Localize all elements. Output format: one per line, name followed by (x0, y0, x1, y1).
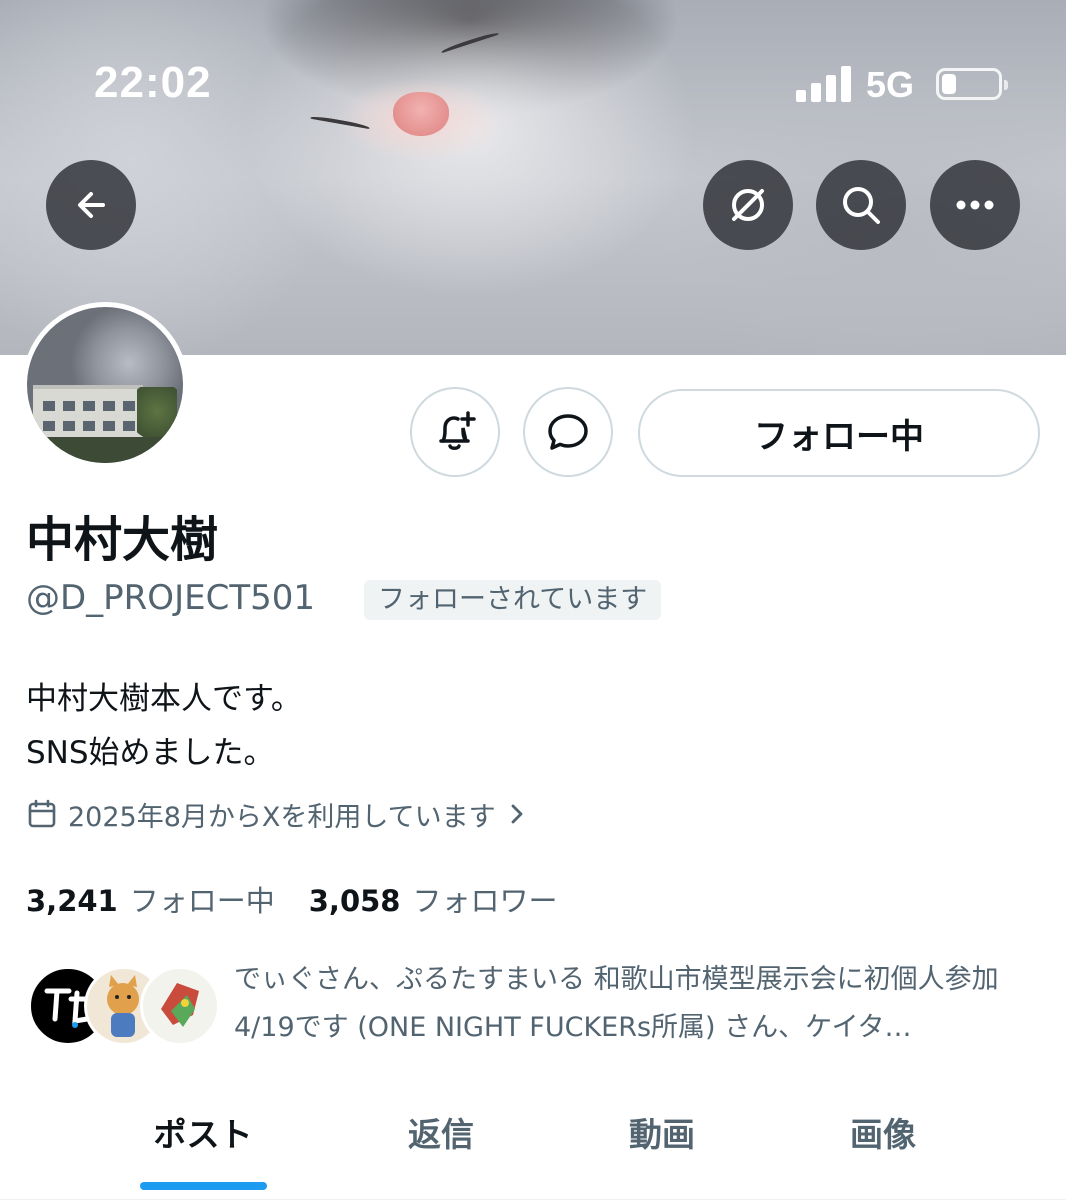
follows-you-badge: フォローされています (364, 580, 662, 620)
avatar-building (33, 385, 143, 445)
bio-line: 中村大樹本人です。 (26, 681, 302, 717)
search-button[interactable] (816, 160, 906, 250)
mutual-followers-avatars[interactable] (28, 966, 220, 1048)
chevron-right-icon (511, 804, 522, 824)
tab-images[interactable]: 画像 (773, 1090, 993, 1190)
bell-plus-icon (439, 411, 476, 450)
avatar[interactable] (22, 302, 188, 468)
message-button[interactable] (523, 387, 613, 477)
following-button[interactable]: フォロー中 (638, 389, 1040, 477)
tab-videos[interactable]: 動画 (552, 1090, 772, 1190)
followers-count[interactable]: 3,058 (309, 884, 401, 918)
grok-icon (732, 189, 764, 221)
joined-date-link[interactable]: 2025年8月からXを利用しています (26, 794, 528, 834)
back-button[interactable] (46, 160, 136, 250)
user-handle: @D_PROJECT501 (26, 578, 315, 618)
bio: 中村大樹本人です。 SNS始めました。 (26, 672, 302, 780)
banner-cat-nose (393, 92, 449, 136)
battery-icon (936, 68, 1008, 100)
search-icon (843, 187, 880, 224)
active-tab-indicator (140, 1182, 267, 1190)
bio-line: SNS始めました。 (26, 735, 275, 771)
avatar-ground (27, 437, 183, 463)
arrow-left-icon (78, 192, 105, 218)
message-bubble-icon (548, 414, 588, 450)
notify-button[interactable] (410, 387, 500, 477)
tab-replies[interactable]: 返信 (331, 1090, 551, 1190)
joined-date-text: 2025年8月からXを利用しています (68, 801, 496, 833)
banner-cat-eye (440, 30, 500, 56)
mutual-avatar (140, 966, 220, 1046)
profile-banner[interactable] (0, 0, 1066, 355)
follow-stats: 3,241 フォロー中 3,058 フォロワー (26, 878, 592, 920)
following-count[interactable]: 3,241 (26, 884, 118, 918)
grok-button[interactable] (703, 160, 793, 250)
following-label[interactable]: フォロー中 (130, 878, 275, 920)
network-label: 5G (866, 64, 915, 105)
followers-label[interactable]: フォロワー (412, 878, 557, 920)
calendar-icon (28, 799, 56, 828)
signal-icon (796, 66, 852, 102)
status-time: 22:02 (94, 58, 212, 107)
more-button[interactable] (930, 160, 1020, 250)
banner-cat-eye (309, 114, 371, 132)
more-icon (956, 200, 994, 210)
mutual-followers-text[interactable]: でぃぐさん、ぷるたすまいる 和歌山市模型展示会に初個人参加4/19です (ONE… (234, 956, 1044, 1052)
display-name: 中村大樹 (26, 512, 219, 568)
tab-posts[interactable]: ポスト (93, 1090, 313, 1190)
